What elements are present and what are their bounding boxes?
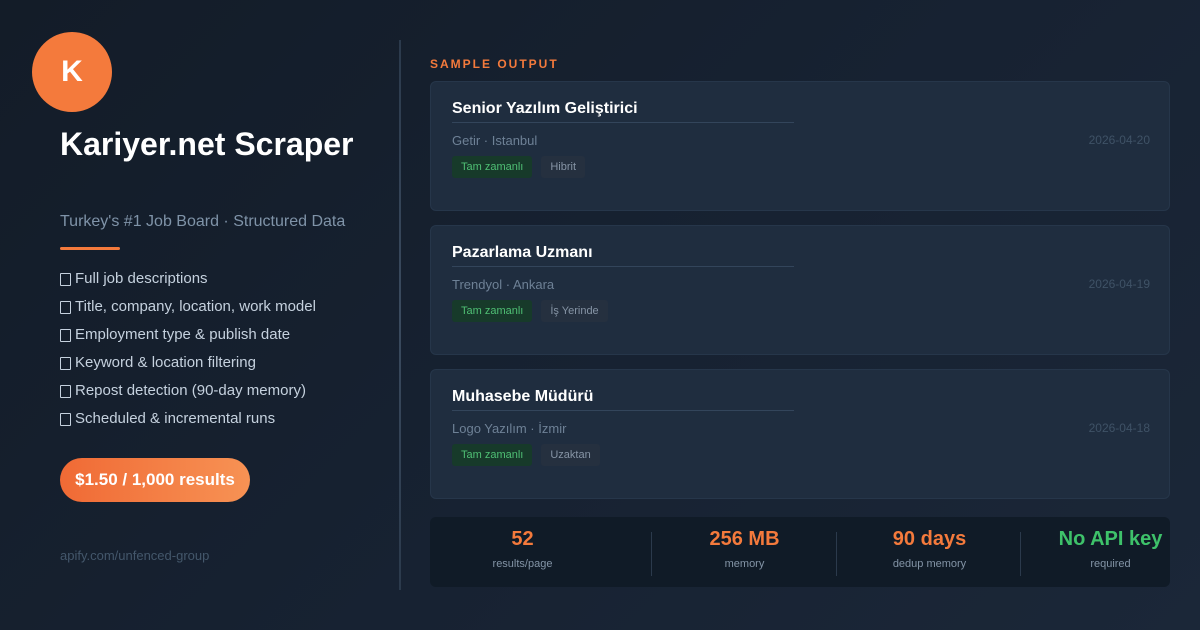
checkbox-icon xyxy=(60,413,71,426)
stat-label: required xyxy=(1090,558,1131,570)
section-label: SAMPLE OUTPUT xyxy=(430,57,559,71)
job-location: Ankara xyxy=(512,277,555,292)
feature-label: Title, company, location, work model xyxy=(75,298,316,315)
job-tags: Tam zamanlı Hibrit xyxy=(452,156,586,178)
brand-logo: K xyxy=(32,32,112,112)
job-title: Senior Yazılım Geliştirici xyxy=(452,100,638,117)
stats-bar: 52 results/page 256 MB memory 90 days de… xyxy=(430,517,1170,587)
job-company-location: Logo Yazılım · İzmir xyxy=(452,421,567,436)
checkbox-icon xyxy=(60,385,71,398)
job-company: Getir xyxy=(452,133,481,148)
feature-label: Full job descriptions xyxy=(75,270,208,287)
job-company: Logo Yazılım xyxy=(452,421,527,436)
feature-list: Full job descriptions Title, company, lo… xyxy=(60,269,316,437)
checkbox-icon xyxy=(60,357,71,370)
stat-memory: 256 MB memory xyxy=(652,517,837,587)
stat-value: 52 xyxy=(511,528,534,550)
feature-item: Keyword & location filtering xyxy=(60,353,316,381)
accent-divider xyxy=(60,247,120,250)
vertical-divider xyxy=(399,40,401,590)
stat-value: No API key xyxy=(1058,528,1163,550)
feature-label: Employment type & publish date xyxy=(75,326,291,343)
job-location: İzmir xyxy=(538,421,567,436)
feature-label: Scheduled & incremental runs xyxy=(75,410,276,427)
feature-item: Full job descriptions xyxy=(60,269,316,297)
stat-label: memory xyxy=(724,558,765,570)
job-card[interactable]: Senior Yazılım Geliştirici Getir · Istan… xyxy=(430,81,1170,211)
stat-api-key: No API key required xyxy=(1018,517,1200,587)
checkbox-icon xyxy=(60,329,71,342)
work-model-tag: İş Yerinde xyxy=(541,300,608,322)
checkbox-icon xyxy=(60,301,71,314)
job-tags: Tam zamanlı Uzaktan xyxy=(452,444,600,466)
feature-item: Repost detection (90-day memory) xyxy=(60,381,316,409)
checkbox-icon xyxy=(60,273,71,286)
stat-label: results/page xyxy=(492,558,553,570)
work-model-tag: Hibrit xyxy=(541,156,586,178)
job-title: Muhasebe Müdürü xyxy=(452,388,594,405)
employment-type-tag: Tam zamanlı xyxy=(452,444,533,466)
job-title: Pazarlama Uzmanı xyxy=(452,244,593,261)
title-underline xyxy=(452,266,794,267)
feature-item: Scheduled & incremental runs xyxy=(60,409,316,437)
job-tags: Tam zamanlı İş Yerinde xyxy=(452,300,608,322)
job-date: 2026-04-20 xyxy=(1088,133,1150,147)
feature-item: Employment type & publish date xyxy=(60,325,316,353)
employment-type-tag: Tam zamanlı xyxy=(452,156,533,178)
job-company-location: Getir · Istanbul xyxy=(452,133,538,148)
stat-dedup-memory: 90 days dedup memory xyxy=(837,517,1022,587)
job-location: Istanbul xyxy=(491,133,538,148)
feature-item: Title, company, location, work model xyxy=(60,297,316,325)
job-card[interactable]: Pazarlama Uzmanı Trendyol · Ankara 2026-… xyxy=(430,225,1170,355)
job-date: 2026-04-19 xyxy=(1088,277,1150,291)
stat-label: dedup memory xyxy=(892,558,967,570)
feature-label: Keyword & location filtering xyxy=(75,354,256,371)
job-date: 2026-04-18 xyxy=(1088,421,1150,435)
title-underline xyxy=(452,410,794,411)
title-underline xyxy=(452,122,794,123)
employment-type-tag: Tam zamanlı xyxy=(452,300,533,322)
feature-label: Repost detection (90-day memory) xyxy=(75,382,306,399)
tagline: Turkey's #1 Job Board · Structured Data xyxy=(60,213,346,230)
price-badge[interactable]: $1.50 / 1,000 results xyxy=(60,458,250,502)
stat-value: 256 MB xyxy=(709,528,780,550)
job-card[interactable]: Muhasebe Müdürü Logo Yazılım · İzmir 202… xyxy=(430,369,1170,499)
stat-value: 90 days xyxy=(892,528,967,550)
job-company-location: Trendyol · Ankara xyxy=(452,277,555,292)
logo-letter: K xyxy=(61,55,83,88)
stat-results-per-page: 52 results/page xyxy=(430,517,615,587)
page-title: Kariyer.net Scraper xyxy=(60,126,354,162)
footer-link[interactable]: apify.com/unfenced-group xyxy=(60,548,209,563)
job-company: Trendyol xyxy=(452,277,503,292)
work-model-tag: Uzaktan xyxy=(541,444,600,466)
